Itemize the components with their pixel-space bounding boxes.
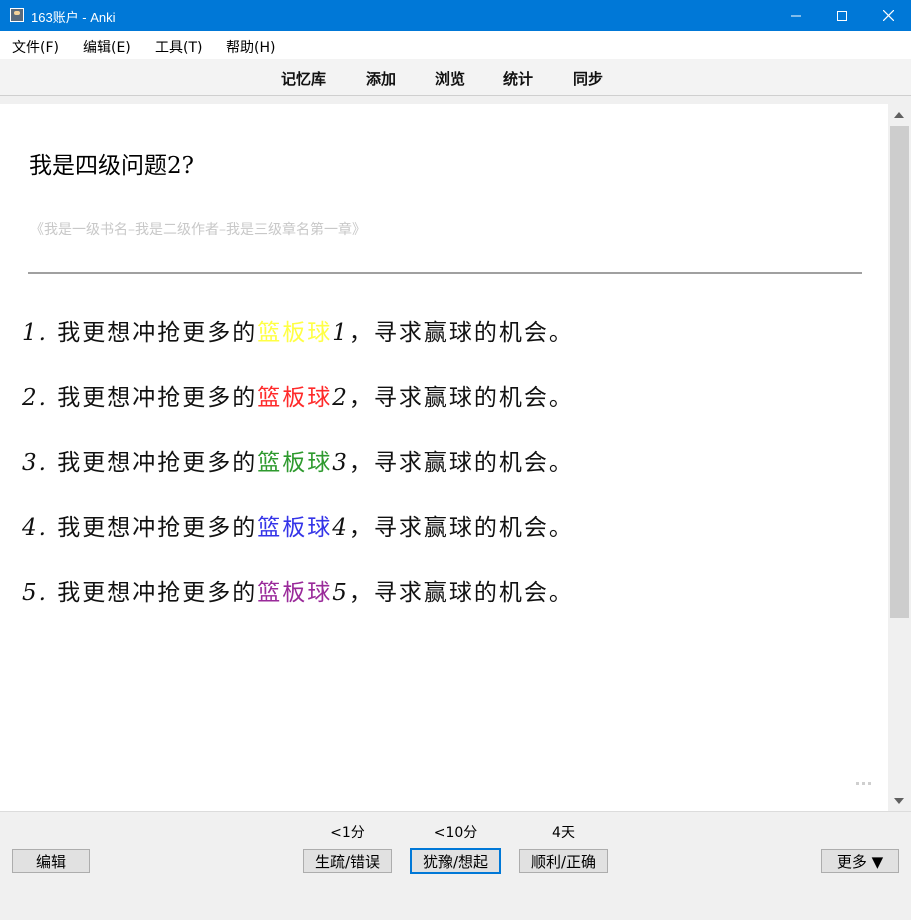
hard-button[interactable]: 犹豫/想起: [410, 848, 501, 874]
window-title: 163账户 - Anki: [31, 10, 116, 25]
answer-text-rest: ，寻求赢球的机会。: [348, 320, 574, 346]
menu-tools[interactable]: 工具(T): [155, 37, 202, 57]
interval-good: 4天: [552, 825, 575, 841]
answer-index: 3: [332, 450, 349, 476]
answer-index: 4: [332, 515, 349, 541]
toolbar-add[interactable]: 添加: [366, 68, 396, 89]
answer-text-rest: ，寻求赢球的机会。: [348, 580, 574, 606]
edit-button[interactable]: 编辑: [12, 849, 90, 873]
answer-text: 我更想冲抢更多的: [47, 580, 258, 606]
answer-text-rest: ，寻求赢球的机会。: [348, 385, 574, 411]
card-question: 我是四级问题2?: [29, 153, 194, 179]
answer-number: 5.: [22, 580, 48, 606]
answer-text-rest: ，寻求赢球的机会。: [348, 515, 574, 541]
scroll-down-icon[interactable]: [894, 798, 904, 804]
answer-item: 2. 我更想冲抢更多的篮板球2，寻求赢球的机会。: [22, 381, 574, 446]
maximize-icon: [837, 10, 847, 21]
answer-highlight: 篮板球: [257, 580, 333, 606]
resize-grip[interactable]: [856, 770, 876, 785]
anki-app-icon: [10, 8, 24, 22]
answer-text: 我更想冲抢更多的: [47, 450, 258, 476]
answer-number: 2.: [22, 385, 48, 411]
answer-item: 3. 我更想冲抢更多的篮板球3，寻求赢球的机会。: [22, 446, 574, 511]
interval-again: <1分: [330, 825, 365, 841]
minimize-icon: [791, 15, 801, 16]
answer-highlight: 篮板球: [257, 320, 333, 346]
answer-text: 我更想冲抢更多的: [47, 320, 258, 346]
menu-file[interactable]: 文件(F): [12, 37, 59, 57]
answer-item: 1. 我更想冲抢更多的篮板球1，寻求赢球的机会。: [22, 316, 574, 381]
main-toolbar: 记忆库 添加 浏览 统计 同步: [0, 59, 911, 96]
interval-hard: <10分: [433, 825, 478, 841]
maximize-button[interactable]: [819, 0, 865, 31]
again-button[interactable]: 生疏/错误: [303, 849, 392, 873]
scrollbar-thumb[interactable]: [890, 126, 909, 618]
answer-number: 3.: [22, 450, 48, 476]
toolbar-decks[interactable]: 记忆库: [281, 68, 326, 89]
toolbar-sync[interactable]: 同步: [573, 68, 603, 89]
answer-index: 2: [332, 385, 349, 411]
more-button[interactable]: 更多 ▼: [821, 849, 899, 873]
scroll-up-icon[interactable]: [894, 112, 904, 118]
answer-index: 5: [332, 580, 349, 606]
answer-list: 1. 我更想冲抢更多的篮板球1，寻求赢球的机会。 2. 我更想冲抢更多的篮板球2…: [22, 316, 574, 641]
answer-index: 1: [332, 320, 349, 346]
answer-highlight: 篮板球: [257, 450, 333, 476]
answer-text-rest: ，寻求赢球的机会。: [348, 450, 574, 476]
answer-number: 4.: [22, 515, 48, 541]
card-review-area: 我是四级问题2? 《我是一级书名–我是二级作者–我是三级章名第一章》 1. 我更…: [0, 104, 888, 811]
answer-text: 我更想冲抢更多的: [47, 385, 258, 411]
close-icon: [882, 10, 894, 21]
vertical-scrollbar[interactable]: [888, 104, 911, 811]
answer-text: 我更想冲抢更多的: [47, 515, 258, 541]
menu-help[interactable]: 帮助(H): [226, 37, 275, 57]
answer-item: 4. 我更想冲抢更多的篮板球4，寻求赢球的机会。: [22, 511, 574, 576]
answer-bar: 编辑 <1分 <10分 4天 生疏/错误 犹豫/想起 顺利/正确 更多 ▼: [0, 811, 911, 920]
menu-bar: 文件(F) 编辑(E) 工具(T) 帮助(H): [0, 31, 911, 60]
minimize-button[interactable]: [773, 0, 819, 31]
answer-item: 5. 我更想冲抢更多的篮板球5，寻求赢球的机会。: [22, 576, 574, 641]
toolbar-browse[interactable]: 浏览: [435, 68, 465, 89]
good-button[interactable]: 顺利/正确: [519, 849, 608, 873]
answer-highlight: 篮板球: [257, 515, 333, 541]
toolbar-stats[interactable]: 统计: [503, 68, 533, 89]
answer-number: 1.: [22, 320, 48, 346]
answer-divider: [28, 272, 862, 274]
title-bar: 163账户 - Anki: [0, 0, 911, 31]
close-button[interactable]: [865, 0, 911, 31]
menu-edit[interactable]: 编辑(E): [83, 37, 131, 57]
card-source: 《我是一级书名–我是二级作者–我是三级章名第一章》: [30, 222, 366, 238]
answer-highlight: 篮板球: [257, 385, 333, 411]
